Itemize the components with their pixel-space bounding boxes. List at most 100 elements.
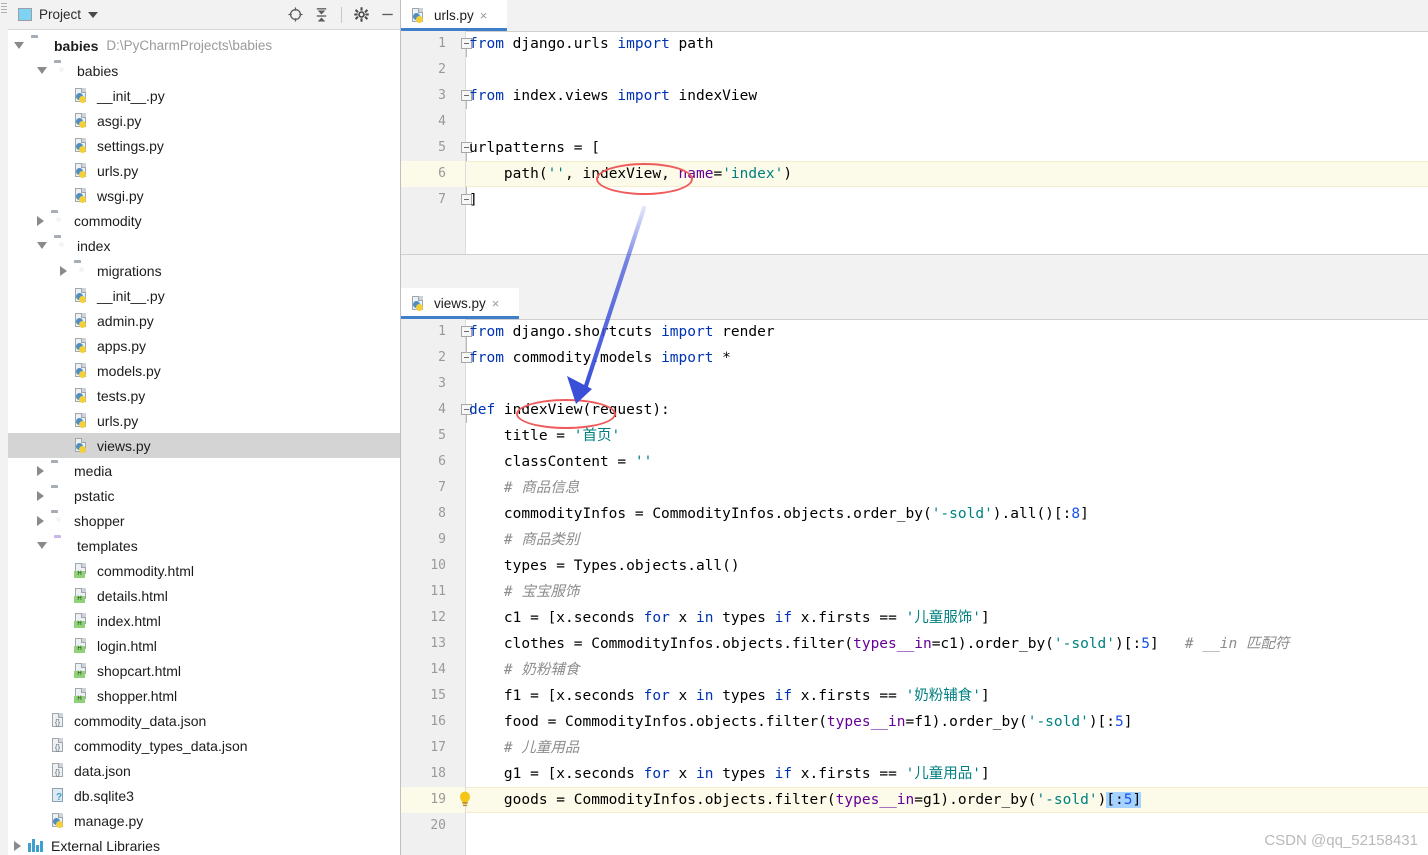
- line-number: 6: [438, 454, 446, 469]
- source-folder-icon: [51, 513, 68, 528]
- tree-row[interactable]: Hindex.html: [8, 608, 400, 633]
- gutter-border: [465, 319, 466, 855]
- project-panel-label: Project: [39, 7, 82, 22]
- fold-stem: [466, 153, 467, 161]
- tree-row[interactable]: asgi.py: [8, 108, 400, 133]
- watermark: CSDN @qq_52158431: [1264, 832, 1418, 849]
- code-token: for: [643, 610, 679, 626]
- code-view-urls-py[interactable]: 1 2 3 4 5 6 7 from django.urls import path from …: [401, 31, 1428, 254]
- tree-row[interactable]: admin.py: [8, 308, 400, 333]
- tree-row[interactable]: apps.py: [8, 333, 400, 358]
- chevron-down-icon[interactable]: [14, 42, 24, 49]
- code-line: goods = CommodityInfos.objects.filter(ty…: [469, 787, 1142, 813]
- python-file-icon: [74, 113, 91, 128]
- tree-row[interactable]: models.py: [8, 358, 400, 383]
- code-token: ): [783, 166, 793, 182]
- tree-row[interactable]: wsgi.py: [8, 183, 400, 208]
- tree-row[interactable]: External Libraries: [8, 833, 400, 855]
- tree-row[interactable]: Hdetails.html: [8, 583, 400, 608]
- tree-row[interactable]: Hshopcart.html: [8, 658, 400, 683]
- html-file-icon: H: [74, 613, 91, 628]
- tree-row[interactable]: media: [8, 458, 400, 483]
- chevron-right-icon[interactable]: [37, 490, 44, 501]
- tree-row[interactable]: babies D:\PyCharmProjects\babies: [8, 33, 400, 58]
- tree-row[interactable]: __init__.py: [8, 83, 400, 108]
- code-line: food = CommodityInfos.objects.filter(typ…: [469, 709, 1133, 735]
- tree-row[interactable]: templates: [8, 533, 400, 558]
- tree-row[interactable]: settings.py: [8, 133, 400, 158]
- line-number: 10: [430, 558, 446, 573]
- chevron-right-icon[interactable]: [60, 265, 67, 276]
- minimize-icon[interactable]: [379, 6, 396, 23]
- close-icon[interactable]: ×: [480, 9, 488, 22]
- tree-row[interactable]: commodity: [8, 208, 400, 233]
- tree-row[interactable]: pstatic: [8, 483, 400, 508]
- tab-views-py[interactable]: views.py ×: [401, 288, 519, 319]
- code-line: urlpatterns = [: [469, 135, 600, 161]
- python-file-icon: [74, 388, 91, 403]
- tree-row-label: asgi.py: [97, 112, 142, 129]
- code-token: types__in: [835, 792, 915, 808]
- editor-gutter[interactable]: 1 2 3 4 5 6 7: [401, 31, 465, 254]
- line-number: 18: [430, 766, 446, 781]
- folder-icon: [51, 463, 68, 478]
- project-panel-toolbar: [287, 0, 396, 29]
- tree-row[interactable]: {} commodity_types_data.json: [8, 733, 400, 758]
- tree-row[interactable]: babies: [8, 58, 400, 83]
- tree-row-label: views.py: [97, 437, 151, 454]
- line-number: 9: [438, 532, 446, 547]
- fold-stem: [466, 337, 467, 345]
- editor-splitter[interactable]: [401, 254, 1428, 290]
- gutter-line: 18: [401, 761, 465, 787]
- code-token: =g1).order_by(: [914, 792, 1037, 808]
- code-token: goods = CommodityInfos.objects.filter(: [469, 792, 836, 808]
- chevron-down-icon[interactable]: [37, 542, 47, 549]
- tree-row[interactable]: {} data.json: [8, 758, 400, 783]
- tree-row[interactable]: ? db.sqlite3: [8, 783, 400, 808]
- tree-row[interactable]: urls.py: [8, 408, 400, 433]
- locate-target-icon[interactable]: [287, 6, 304, 23]
- tree-row[interactable]: migrations: [8, 258, 400, 283]
- code-line: f1 = [x.seconds for x in types if x.firs…: [469, 683, 990, 709]
- close-icon[interactable]: ×: [492, 297, 500, 310]
- chevron-right-icon[interactable]: [37, 215, 44, 226]
- tree-row[interactable]: urls.py: [8, 158, 400, 183]
- tree-row[interactable]: tests.py: [8, 383, 400, 408]
- tree-row[interactable]: shopper: [8, 508, 400, 533]
- tree-row[interactable]: {} commodity_data.json: [8, 708, 400, 733]
- chevron-right-icon[interactable]: [14, 840, 21, 851]
- line-number: 6: [438, 166, 446, 181]
- tree-row[interactable]: __init__.py: [8, 283, 400, 308]
- line-number: 1: [438, 324, 446, 339]
- tree-row[interactable]: index: [8, 233, 400, 258]
- code-token: clothes = CommodityInfos.objects.filter(: [469, 636, 854, 652]
- code-token: types: [722, 766, 775, 782]
- collapse-all-icon[interactable]: [313, 6, 330, 23]
- project-file-tree[interactable]: babies D:\PyCharmProjects\babies babies __i…: [8, 30, 400, 855]
- tree-row-label: models.py: [97, 362, 161, 379]
- tree-row-label: migrations: [97, 262, 162, 279]
- editor-gutter[interactable]: 1 2 3 4 5 6 7 8 9 10 11 12 13 14 15 16 17 18 19 20: [401, 319, 465, 855]
- chevron-right-icon[interactable]: [37, 465, 44, 476]
- tree-row[interactable]: Hshopper.html: [8, 683, 400, 708]
- chevron-down-icon[interactable]: [37, 67, 47, 74]
- gutter-line: 15: [401, 683, 465, 709]
- tree-row[interactable]: Hlogin.html: [8, 633, 400, 658]
- tree-row-label: pstatic: [74, 487, 115, 504]
- folder-icon: [31, 38, 48, 53]
- python-file-icon: [74, 338, 91, 353]
- chevron-down-icon[interactable]: [37, 242, 47, 249]
- project-panel-title-group[interactable]: Project: [8, 7, 99, 22]
- tree-row[interactable]: views.py: [8, 433, 400, 458]
- tree-row[interactable]: Hcommodity.html: [8, 558, 400, 583]
- chevron-right-icon[interactable]: [37, 515, 44, 526]
- code-token: # __in 匹配符: [1184, 636, 1290, 652]
- code-token: 'index': [722, 166, 784, 182]
- tree-row[interactable]: manage.py: [8, 808, 400, 833]
- tab-urls-py[interactable]: urls.py ×: [401, 0, 507, 31]
- gear-icon[interactable]: [353, 6, 370, 23]
- chevron-down-icon[interactable]: [88, 11, 99, 18]
